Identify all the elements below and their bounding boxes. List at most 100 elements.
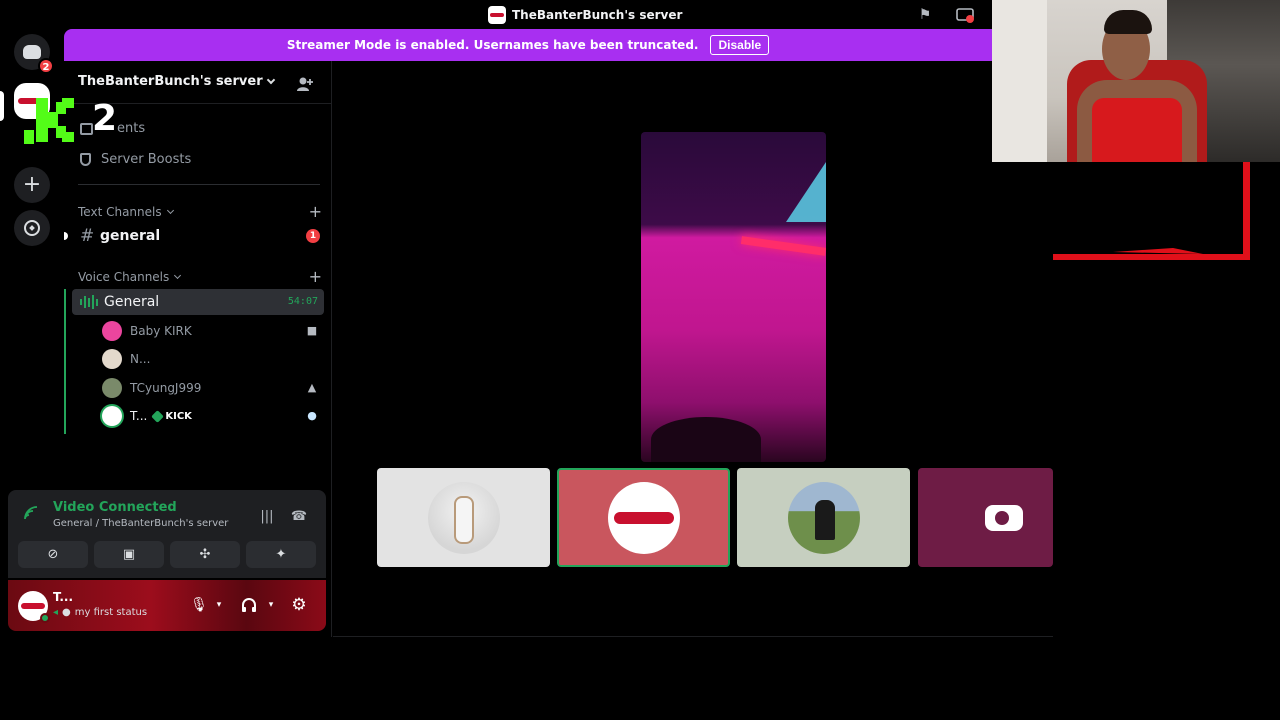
server-header[interactable]: TheBanterBunch's server: [78, 74, 275, 89]
participant-avatar: [427, 481, 500, 554]
main-video-stream[interactable]: [641, 132, 826, 462]
member-name: N...: [130, 352, 151, 366]
avatar: [102, 378, 122, 398]
window-title-text: TheBanterBunch's server: [512, 8, 683, 22]
title-bar: TheBanterBunch's server ⚑: [0, 0, 992, 29]
voice-member[interactable]: T... KICK ●: [102, 404, 322, 428]
avatar: [102, 349, 122, 369]
member-name: T...: [130, 409, 148, 423]
speaker-icon: ◂: [53, 607, 59, 618]
participant-tile[interactable]: [737, 468, 910, 567]
kick-tag-label: KICK: [165, 410, 192, 422]
webcam-hair: [1104, 10, 1152, 34]
participant-avatar: [787, 481, 860, 554]
home-badge: 2: [38, 58, 54, 74]
stream-shadow: [651, 417, 761, 462]
kick-logo-icon: [24, 98, 76, 144]
server-boosts-item[interactable]: Server Boosts: [80, 152, 191, 167]
voice-connection-panel: Video Connected General / TheBanterBunch…: [8, 490, 326, 578]
voice-timer: 54:07: [287, 296, 318, 307]
user-status: ◂ ● my first status: [53, 607, 147, 618]
user-panel: T... ◂ ● my first status 🎙︎ ▾ ▾ ⚙: [8, 580, 326, 631]
screen-share-icon[interactable]: [956, 6, 974, 24]
soundboard-icon: ✦: [275, 547, 287, 562]
audio-options-chevron-icon[interactable]: ▾: [262, 596, 280, 614]
disconnect-icon[interactable]: ☎: [290, 508, 308, 526]
streamer-mode-banner: Streamer Mode is enabled. Usernames have…: [64, 29, 992, 61]
video-connected-title[interactable]: Video Connected: [53, 500, 177, 515]
camera-off-button[interactable]: ⊘: [18, 541, 88, 568]
voice-wave-icon: [80, 295, 98, 309]
boost-shield-icon: [80, 153, 91, 166]
streamer-webcam: [992, 0, 1280, 162]
nav-divider: [78, 184, 320, 185]
gear-icon[interactable]: ⚙: [290, 596, 308, 614]
soundboard-button[interactable]: ✦: [246, 541, 316, 568]
voice-member[interactable]: TCyungJ999 ▲: [102, 376, 322, 400]
mention-badge: 1: [306, 229, 320, 243]
server-name: TheBanterBunch's server: [78, 74, 263, 89]
invite-people-icon[interactable]: [296, 75, 314, 93]
channel-name: general: [100, 228, 161, 244]
hash-icon: #: [80, 226, 95, 246]
noise-suppression-icon[interactable]: |||: [258, 508, 276, 526]
chevron-down-icon: [266, 75, 275, 85]
text-channels-label: Text Channels: [78, 204, 162, 219]
mic-options-chevron-icon[interactable]: ▾: [210, 596, 228, 614]
video-camera-icon: [985, 504, 1023, 531]
banner-text: Streamer Mode is enabled. Usernames have…: [286, 38, 699, 52]
voice-channels-label: Voice Channels: [78, 269, 170, 284]
voice-active-line: [64, 289, 66, 434]
signal-icon: [22, 504, 40, 522]
participant-tile-speaking[interactable]: [557, 468, 730, 567]
voice-channel-name: General: [104, 294, 160, 310]
selected-server-pill: [0, 91, 4, 121]
discord-icon: [23, 45, 41, 59]
microphone-icon[interactable]: 🎙︎: [190, 596, 208, 614]
camera-off-icon: ⊘: [47, 547, 59, 562]
video-stage: [333, 61, 1053, 637]
webcam-door: [992, 0, 1047, 162]
voice-location[interactable]: General / TheBanterBunch's server: [53, 518, 228, 529]
voice-channels-category[interactable]: Voice Channels +: [78, 267, 322, 286]
explore-icon[interactable]: [14, 210, 50, 246]
activities-button[interactable]: ✣: [170, 541, 240, 568]
channel-general-voice[interactable]: General 54:07: [72, 289, 324, 315]
avatar: [102, 321, 122, 341]
kick-tag: KICK: [151, 409, 192, 423]
kick-overlay: 2: [22, 98, 122, 154]
camera-tile[interactable]: [918, 468, 1053, 567]
create-voice-channel-icon[interactable]: +: [309, 267, 322, 286]
window-title: TheBanterBunch's server: [488, 6, 682, 24]
participant-tile[interactable]: [377, 468, 550, 567]
add-server-icon[interactable]: +: [14, 167, 50, 203]
webcam-shirt: [1092, 98, 1182, 162]
unread-indicator: [64, 232, 68, 240]
create-text-channel-icon[interactable]: +: [309, 202, 322, 221]
channel-general-text[interactable]: # general 1: [64, 223, 324, 249]
voice-member[interactable]: N...: [102, 347, 322, 371]
headphones-icon[interactable]: [240, 596, 258, 614]
playstation-icon: ▲: [307, 381, 317, 394]
stream-led-strip: [740, 236, 826, 256]
avatar: [102, 406, 122, 426]
activities-icon: ✣: [199, 547, 211, 562]
bubble-icon: ●: [62, 607, 71, 618]
video-camera-icon: ■: [306, 324, 318, 337]
compass-icon: [24, 220, 40, 236]
flag-icon[interactable]: ⚑: [916, 6, 934, 24]
home-button[interactable]: 2: [14, 34, 54, 74]
member-name: Baby KIRK: [130, 324, 192, 338]
user-name[interactable]: T...: [53, 590, 73, 604]
server-logo-icon: [488, 6, 506, 24]
heart-icon: [151, 409, 165, 423]
screen-share-button[interactable]: ▣: [94, 541, 164, 568]
member-name: TCyungJ999: [130, 381, 202, 395]
screen-share-icon: ▣: [122, 547, 136, 562]
disable-button[interactable]: Disable: [710, 35, 770, 55]
text-channels-category[interactable]: Text Channels +: [78, 202, 322, 221]
chevron-down-icon: [174, 271, 182, 279]
voice-member[interactable]: Baby KIRK ■: [102, 319, 322, 343]
user-status-text: my first status: [74, 607, 148, 618]
stream-light: [786, 162, 826, 222]
